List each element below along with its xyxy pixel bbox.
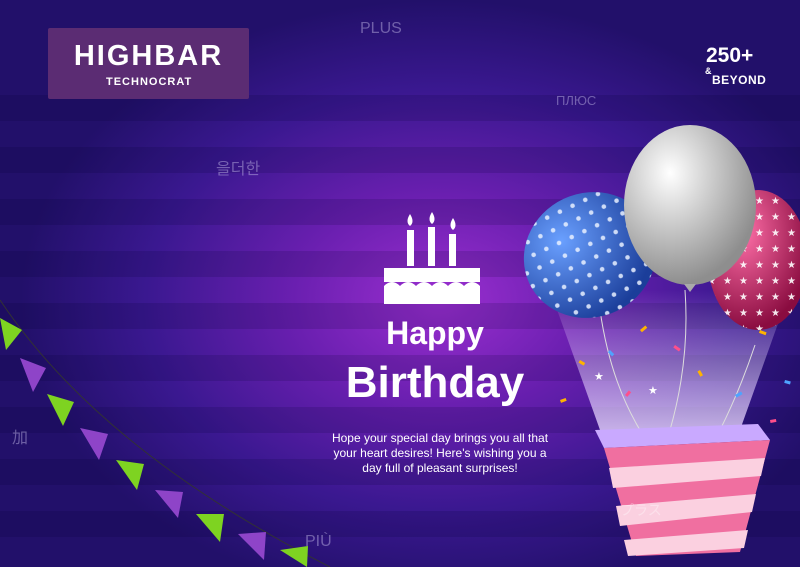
svg-text:★: ★ — [594, 370, 604, 383]
birthday-heading: Birthday — [345, 358, 525, 407]
svg-text:★: ★ — [648, 384, 658, 397]
greeting-message: Hope your special day brings you all tha… — [316, 431, 564, 476]
badge-word: BEYOND — [712, 73, 767, 87]
message-line: day full of pleasant surprises! — [362, 461, 518, 475]
birthday-cake-icon — [384, 212, 480, 304]
logo-subtitle: TECHNOCRAT — [106, 76, 193, 88]
badge-ampersand: & — [705, 66, 712, 76]
happy-heading: Happy — [386, 315, 484, 351]
message-line: your heart desires! Here's wishing you a — [333, 446, 547, 460]
message-line: Hope your special day brings you all tha… — [331, 431, 549, 445]
birthday-card: PLUS ПЛЮС 을더한 加 PIÙ ★ ★ プラス HIGHBAR TECH… — [0, 0, 800, 567]
company-logo: HIGHBAR TECHNOCRAT — [48, 28, 249, 99]
logo-title: HIGHBAR — [73, 40, 224, 72]
bg-word-japanese: プラス — [620, 502, 662, 518]
gift-box-icon — [595, 424, 770, 556]
badge-number: 250+ — [706, 44, 754, 67]
